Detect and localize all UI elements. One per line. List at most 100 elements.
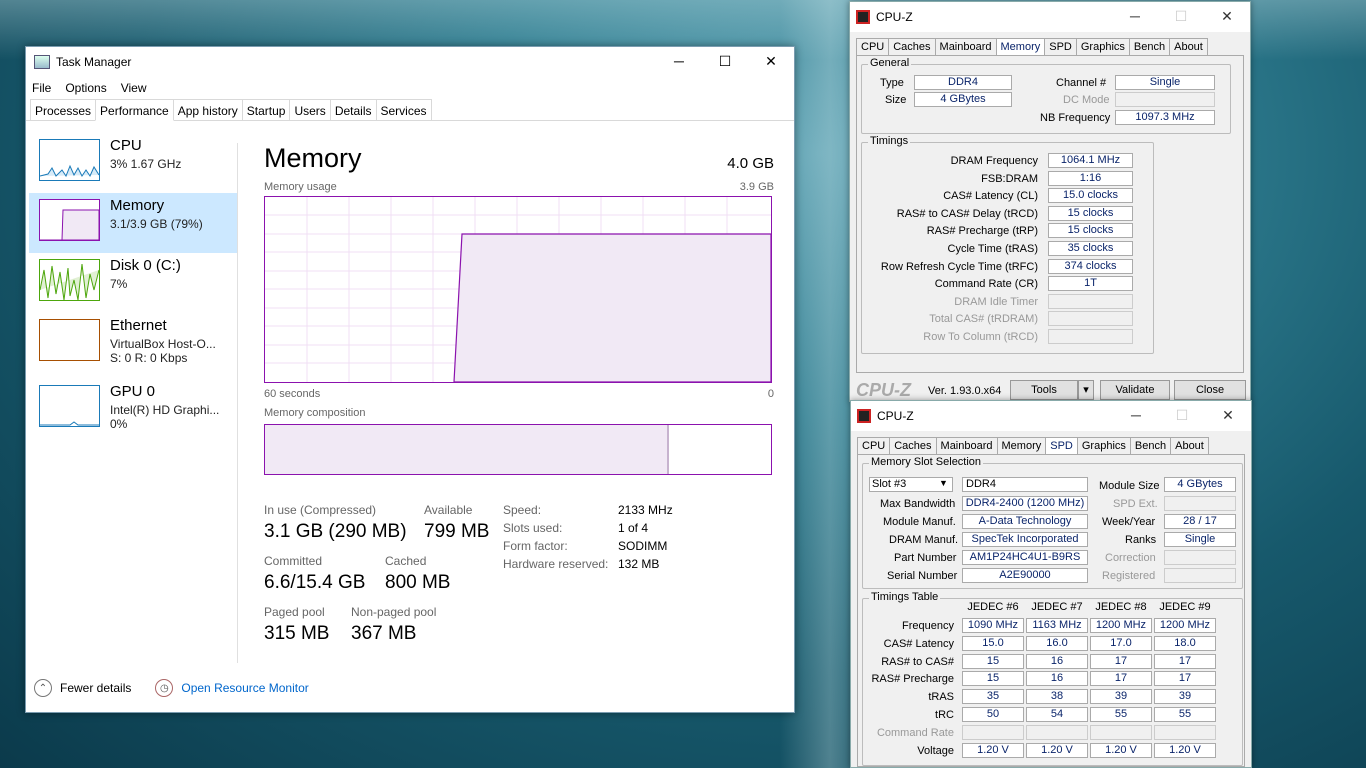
cpuz2-minimize-button[interactable]: ─ [1113,401,1159,429]
sidebar-item-memory[interactable]: Memory 3.1/3.9 GB (79%) [29,193,237,253]
tab-startup[interactable]: Startup [241,99,291,120]
tab2-caches[interactable]: Caches [889,437,937,455]
timings-cell: 1.20 V [1090,742,1152,758]
sidebar-disk-name: Disk 0 (C:) [110,257,181,274]
timing-label: Row To Column (tRCD) [923,331,1038,343]
tab-bench[interactable]: Bench [1128,38,1171,56]
slot-selection-label: Memory Slot Selection [869,456,984,468]
tab-graphics[interactable]: Graphics [1075,38,1130,56]
dcmode-value [1115,92,1215,107]
timings-cell: 55 [1090,707,1152,722]
tab-mainboard[interactable]: Mainboard [934,38,997,56]
validate-button[interactable]: Validate [1100,380,1170,400]
tab-performance[interactable]: Performance [95,99,174,121]
tab-processes[interactable]: Processes [30,99,97,120]
tm-titlebar[interactable]: Task Manager ─ ☐ ✕ [26,47,794,77]
usage-max: 3.9 GB [739,181,774,193]
tab2-memory[interactable]: Memory [996,437,1047,455]
sidebar-disk-sub: 7% [110,277,128,291]
fewer-details-link[interactable]: Fewer details [60,681,131,695]
cpuz2-close-button[interactable]: ✕ [1205,401,1251,429]
timings-cell: 15 [962,653,1024,669]
maximize-button[interactable]: ☐ [702,47,748,75]
timings-row-label: CAS# Latency [883,637,954,650]
tab2-bench[interactable]: Bench [1129,437,1172,455]
timings-col-header: JEDEC #7 [1031,601,1083,613]
part-label: Part Number [894,552,957,564]
timings-cell: 39 [1154,689,1216,705]
tab-spd[interactable]: SPD [1044,38,1077,56]
cpuz1-tabs: CPU Caches Mainboard Memory SPD Graphics… [850,32,1250,56]
menu-options[interactable]: Options [65,81,106,95]
timings-cell [962,724,1024,740]
menu-view[interactable]: View [121,81,147,95]
slot-dropdown-icon[interactable]: ▼ [939,478,948,488]
timings-cell: 15 [962,671,1024,687]
correction-value [1164,550,1236,565]
tab-cpu[interactable]: CPU [856,38,890,56]
tab2-about[interactable]: About [1170,437,1209,455]
kv-speed: Speed: 2133 MHz [503,503,673,517]
composition-label: Memory composition [264,407,366,419]
timings-cell: 1200 MHz [1090,618,1152,633]
sidebar-item-gpu[interactable]: GPU 0 Intel(R) HD Graphi... 0% [29,379,237,439]
cpuz2-tabs: CPU Caches Mainboard Memory SPD Graphics… [851,431,1251,455]
sidebar-item-disk[interactable]: Disk 0 (C:) 7% [29,253,237,313]
tab-app-history[interactable]: App history [172,99,243,120]
menu-file[interactable]: File [32,81,51,95]
composition-in-use [265,425,669,474]
kv-hw-reserved: Hardware reserved: 132 MB [503,557,660,571]
tab2-graphics[interactable]: Graphics [1076,437,1131,455]
close-button[interactable]: ✕ [748,47,794,75]
tab-users[interactable]: Users [289,99,331,120]
timing-value: 1064.1 MHz [1048,153,1133,168]
type-value: DDR4 [914,75,1012,90]
open-resource-monitor-link[interactable]: Open Resource Monitor [181,681,308,695]
size-label: Size [885,94,907,106]
timings-cell: 54 [1026,707,1088,722]
cpuz2-titlebar[interactable]: CPU-Z ─ ☐ ✕ [851,401,1251,431]
tab-caches[interactable]: Caches [888,38,936,56]
sidebar-item-cpu[interactable]: CPU 3% 1.67 GHz [29,133,237,193]
sidebar-cpu-sub: 3% 1.67 GHz [110,157,182,171]
timings-table-group: Timings Table JEDEC #6 JEDEC #7 JEDEC #8 JE… [862,591,1243,766]
minimize-button[interactable]: ─ [656,47,702,75]
timings-cell: 17.0 [1090,635,1152,651]
week-value: 28 / 17 [1164,514,1236,529]
timing-value: 374 clocks [1048,258,1133,274]
timing-label: Cycle Time (tRAS) [947,243,1038,255]
cpuz-icon [856,10,870,24]
tab-details[interactable]: Details [329,99,377,120]
cpuz1-close-button[interactable]: ✕ [1204,2,1250,30]
timings-cell [1026,724,1088,740]
tab-services[interactable]: Services [375,99,432,120]
tab2-mainboard[interactable]: Mainboard [935,437,998,455]
cpuz1-close-btn[interactable]: Close [1174,380,1246,400]
timings-col-header: JEDEC #6 [967,601,1019,613]
tab2-spd[interactable]: SPD [1045,437,1078,455]
timings-cell: 17 [1154,653,1216,669]
timings-col-header: JEDEC #8 [1095,601,1147,613]
tab2-cpu[interactable]: CPU [857,437,891,455]
cpuz1-minimize-button[interactable]: ─ [1112,2,1158,30]
sidebar-item-ethernet[interactable]: Ethernet VirtualBox Host-O... S: 0 R: 0 … [29,313,237,373]
tools-button[interactable]: Tools [1010,380,1078,400]
timings-cell: 1.20 V [962,742,1024,758]
stat-cached: Cached 800 MB [385,554,451,593]
timings-cell: 55 [1154,707,1216,722]
usage-label: Memory usage [264,181,337,193]
week-label: Week/Year [1102,516,1156,528]
tab-about[interactable]: About [1169,38,1208,56]
memory-usage-svg [265,197,772,383]
tools-dropdown-arrow[interactable]: ▾ [1078,380,1094,400]
timings-row-label: RAS# Precharge [871,673,954,686]
stat-available: Available 799 MB [424,503,490,542]
chevron-up-icon[interactable]: ⌃ [34,679,52,697]
channel-value: Single [1115,75,1215,90]
timings-cell: 39 [1090,689,1152,705]
serial-value: A2E90000 [962,568,1088,583]
tab-memory[interactable]: Memory [995,38,1046,56]
channel-label: Channel # [1056,77,1107,89]
cpuz1-titlebar[interactable]: CPU-Z ─ ☐ ✕ [850,2,1250,32]
timing-value: 1T [1048,276,1133,292]
